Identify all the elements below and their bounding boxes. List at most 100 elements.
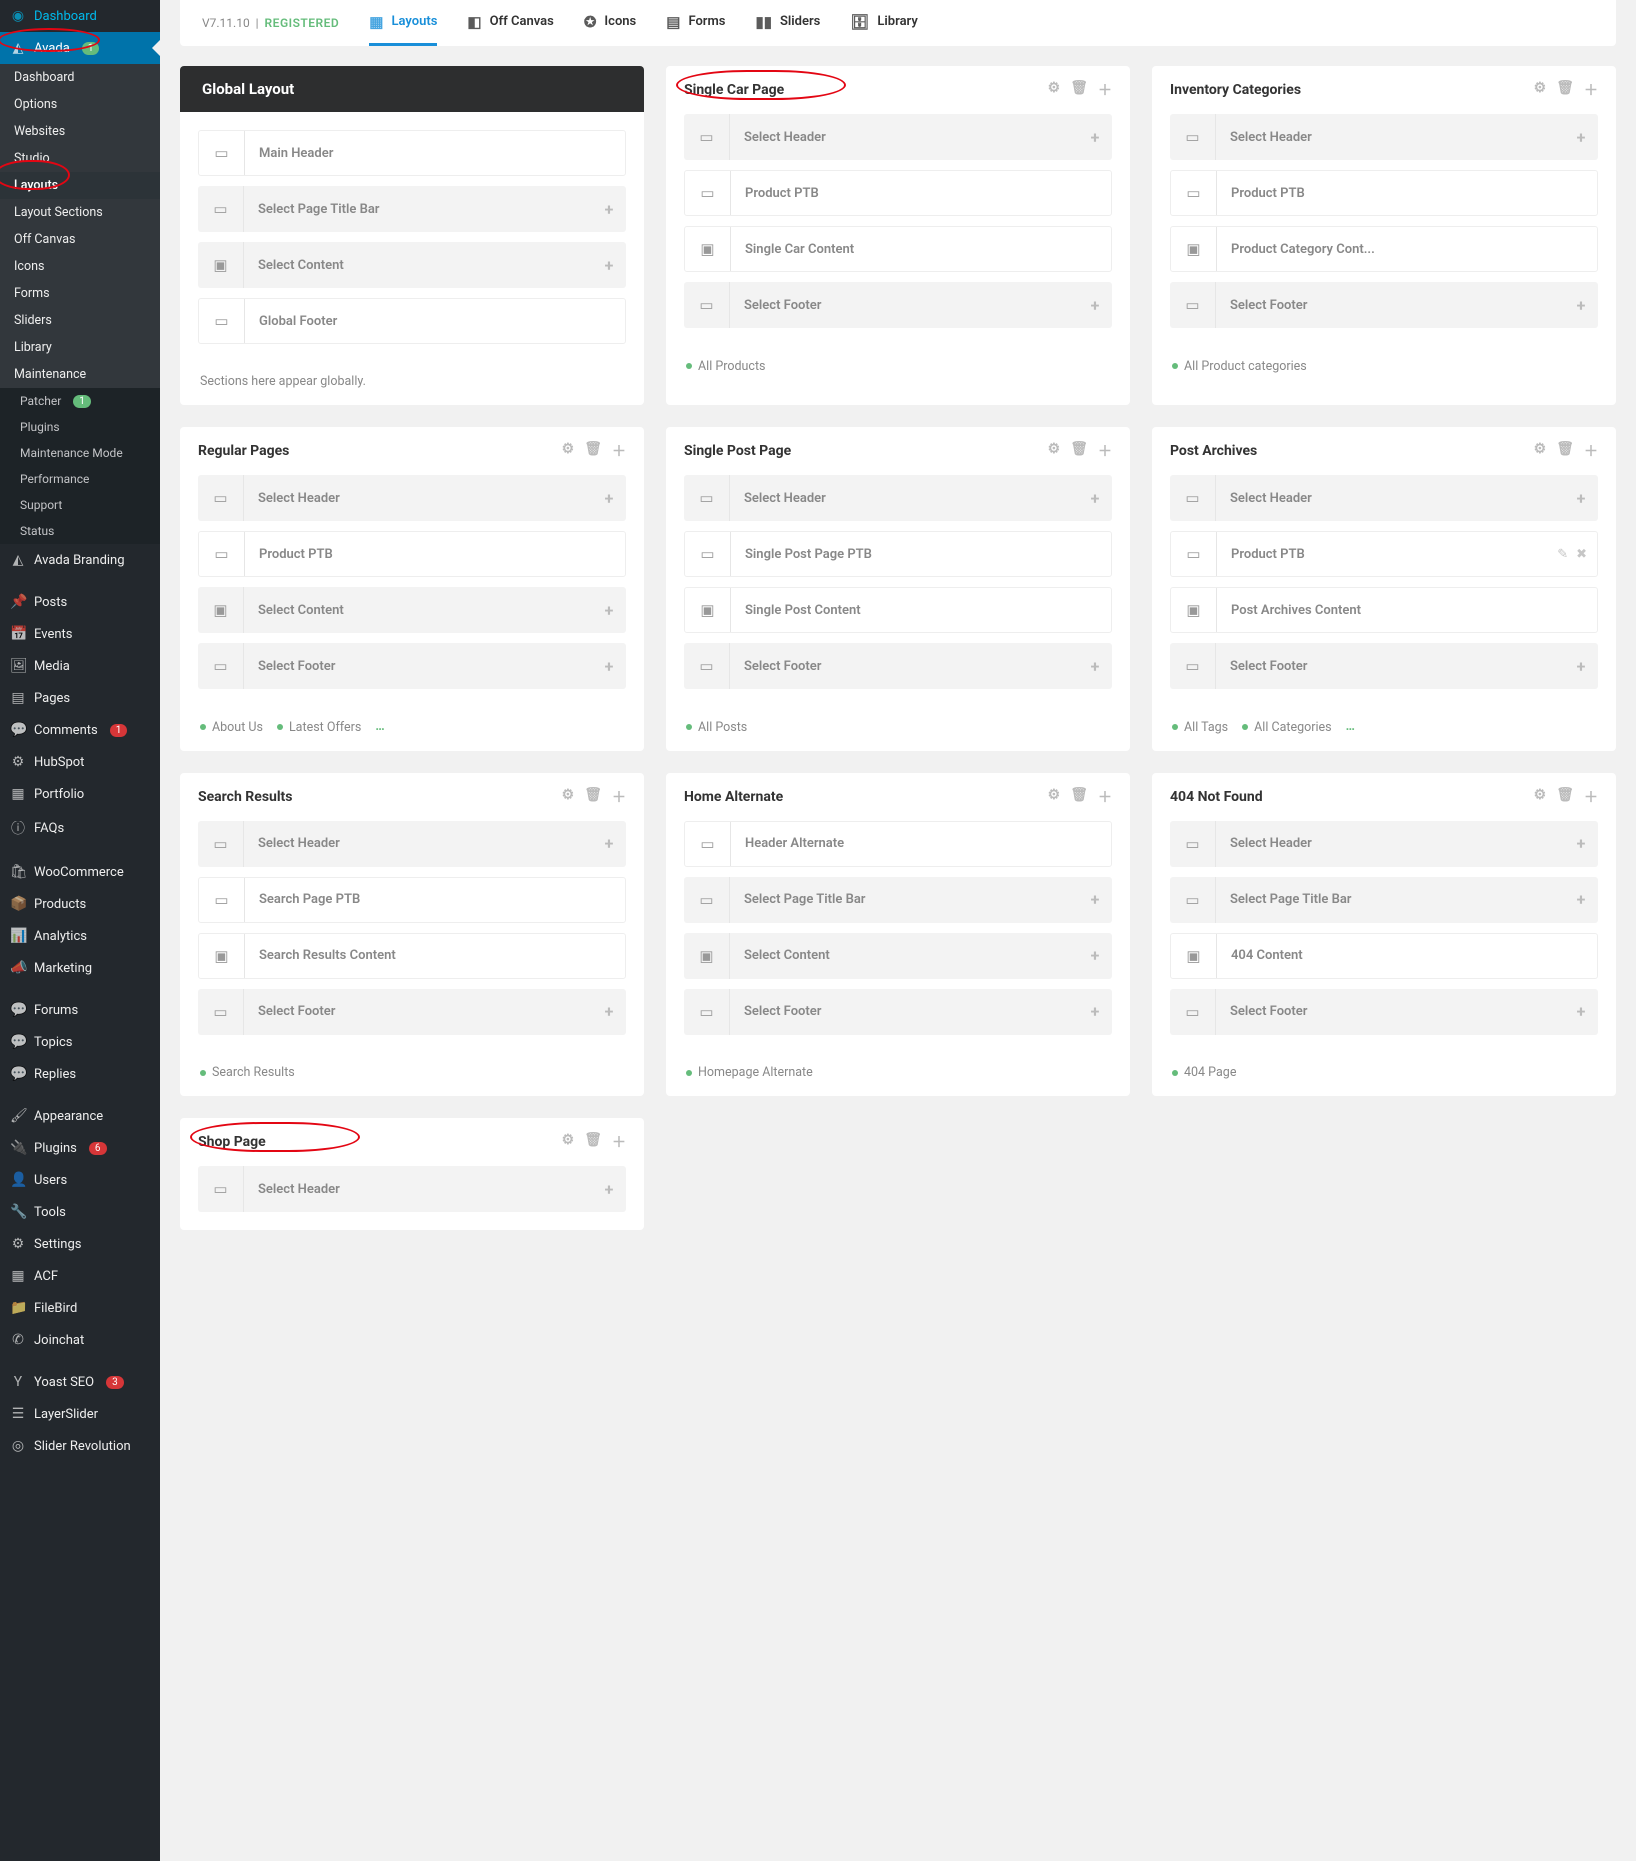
layout-slot[interactable]: ▭ Select Footer + (1170, 282, 1598, 328)
add-icon[interactable]: + (1564, 296, 1598, 315)
submenu-studio[interactable]: Studio (0, 145, 160, 172)
layout-slot[interactable]: ▭ Header Alternate + (684, 821, 1112, 867)
add-icon[interactable]: + (1564, 890, 1598, 909)
sidebar-marketing[interactable]: 📣Marketing (0, 952, 160, 984)
sidebar-forums[interactable]: 💬Forums (0, 994, 160, 1026)
layout-slot[interactable]: ▭ Select Footer + (684, 643, 1112, 689)
gear-icon[interactable]: ⚙ (562, 787, 575, 807)
add-icon[interactable]: + (1564, 657, 1598, 676)
add-icon[interactable]: + (1564, 128, 1598, 147)
clone-icon[interactable]: ＋ (1584, 787, 1598, 807)
trash-icon[interactable]: 🗑 (1556, 441, 1574, 461)
trash-icon[interactable]: 🗑 (584, 787, 602, 807)
sidebar-hubspot[interactable]: ⚙HubSpot (0, 746, 160, 778)
clone-icon[interactable]: ＋ (612, 1132, 626, 1152)
sidebar-layerslider[interactable]: ☰LayerSlider (0, 1398, 160, 1430)
sidebar-filebird[interactable]: 📁FileBird (0, 1292, 160, 1324)
sidebar-comments[interactable]: 💬Comments1 (0, 714, 160, 746)
sidebar-topics[interactable]: 💬Topics (0, 1026, 160, 1058)
add-icon[interactable]: + (1078, 296, 1112, 315)
sidebar-joinchat[interactable]: ✆Joinchat (0, 1324, 160, 1356)
submenu-maintenance-mode[interactable]: Maintenance Mode (0, 440, 160, 466)
layout-slot[interactable]: ▭ Select Footer + (1170, 989, 1598, 1035)
add-icon[interactable]: + (1564, 834, 1598, 853)
sidebar-users[interactable]: 👤Users (0, 1164, 160, 1196)
sidebar-pages[interactable]: ▤Pages (0, 682, 160, 714)
sidebar-posts[interactable]: 📌Posts (0, 586, 160, 618)
add-icon[interactable]: + (1078, 1002, 1112, 1021)
submenu-layouts[interactable]: Layouts (0, 172, 160, 199)
trash-icon[interactable]: 🗑 (1070, 80, 1088, 100)
tab-layouts[interactable]: ▦Layouts (369, 0, 437, 46)
layout-slot[interactable]: ▭ Product PTB + (198, 531, 626, 577)
global-header-slot[interactable]: ▭Main Header (198, 130, 626, 176)
sidebar-plugins[interactable]: 🔌Plugins6 (0, 1132, 160, 1164)
add-icon[interactable]: + (1564, 1002, 1598, 1021)
trash-icon[interactable]: 🗑 (584, 441, 602, 461)
layout-slot[interactable]: ▭ Select Header + (684, 114, 1112, 160)
clone-icon[interactable]: ＋ (612, 441, 626, 461)
sidebar-yoast[interactable]: YYoast SEO3 (0, 1366, 160, 1398)
submenu-icons[interactable]: Icons (0, 253, 160, 280)
tab-sliders[interactable]: ▮▮Sliders (755, 0, 820, 46)
sidebar-acf[interactable]: ▦ACF (0, 1260, 160, 1292)
add-icon[interactable]: + (1078, 128, 1112, 147)
tab-forms[interactable]: ▤Forms (666, 0, 725, 46)
sidebar-woocommerce[interactable]: 🛍WooCommerce (0, 856, 160, 888)
sidebar-avada-branding[interactable]: ◭Avada Branding (0, 544, 160, 576)
gear-icon[interactable]: ⚙ (562, 441, 575, 461)
global-ptb-slot[interactable]: ▭Select Page Title Bar+ (198, 186, 626, 232)
submenu-performance[interactable]: Performance (0, 466, 160, 492)
clone-icon[interactable]: ＋ (1098, 441, 1112, 461)
sidebar-settings[interactable]: ⚙Settings (0, 1228, 160, 1260)
submenu-status[interactable]: Status (0, 518, 160, 544)
sidebar-avada[interactable]: ◭ Avada 1 (0, 32, 160, 64)
trash-icon[interactable]: 🗑 (1070, 787, 1088, 807)
edit-icon[interactable]: ✎ (1557, 547, 1568, 562)
global-content-slot[interactable]: ▣Select Content+ (198, 242, 626, 288)
layout-slot[interactable]: ▭ Select Footer + (1170, 643, 1598, 689)
sidebar-appearance[interactable]: 🖌Appearance (0, 1100, 160, 1132)
trash-icon[interactable]: 🗑 (1070, 441, 1088, 461)
add-icon[interactable]: + (1078, 946, 1112, 965)
layout-slot[interactable]: ▭ Select Footer + (198, 989, 626, 1035)
add-icon[interactable]: + (592, 489, 626, 508)
submenu-sliders[interactable]: Sliders (0, 307, 160, 334)
add-icon[interactable]: + (592, 1002, 626, 1021)
layout-slot[interactable]: ▭ Select Footer + (198, 643, 626, 689)
layout-slot[interactable]: ▣ Product Category Cont... + (1170, 226, 1598, 272)
layout-slot[interactable]: ▭ Select Header + (1170, 114, 1598, 160)
layout-slot[interactable]: ▭ Select Header + (198, 475, 626, 521)
submenu-support[interactable]: Support (0, 492, 160, 518)
clone-icon[interactable]: ＋ (1098, 787, 1112, 807)
layout-slot[interactable]: ▭ Product PTB ✎✖ (1170, 531, 1598, 577)
submenu-options[interactable]: Options (0, 91, 160, 118)
layout-slot[interactable]: ▣ Single Post Content + (684, 587, 1112, 633)
more-conditions[interactable]: … (1346, 719, 1356, 734)
more-conditions[interactable]: … (375, 719, 385, 734)
clone-icon[interactable]: ＋ (1098, 80, 1112, 100)
sidebar-tools[interactable]: 🔧Tools (0, 1196, 160, 1228)
layout-slot[interactable]: ▭ Select Header + (198, 1166, 626, 1212)
gear-icon[interactable]: ⚙ (1048, 80, 1061, 100)
sidebar-portfolio[interactable]: ▦Portfolio (0, 778, 160, 810)
gear-icon[interactable]: ⚙ (562, 1132, 575, 1152)
gear-icon[interactable]: ⚙ (1534, 787, 1547, 807)
submenu-maintenance[interactable]: Maintenance (0, 361, 160, 388)
add-icon[interactable]: + (1078, 890, 1112, 909)
layout-slot[interactable]: ▭ Select Footer + (684, 989, 1112, 1035)
sidebar-products[interactable]: 📦Products (0, 888, 160, 920)
add-icon[interactable]: + (592, 256, 626, 275)
submenu-plugins[interactable]: Plugins (0, 414, 160, 440)
submenu-library[interactable]: Library (0, 334, 160, 361)
submenu-off-canvas[interactable]: Off Canvas (0, 226, 160, 253)
layout-slot[interactable]: ▭ Single Post Page PTB + (684, 531, 1112, 577)
layout-slot[interactable]: ▭ Select Page Title Bar + (684, 877, 1112, 923)
sidebar-faqs[interactable]: ⓘFAQs (0, 810, 160, 846)
layout-slot[interactable]: ▭ Select Header + (1170, 475, 1598, 521)
gear-icon[interactable]: ⚙ (1048, 441, 1061, 461)
remove-icon[interactable]: ✖ (1576, 547, 1587, 562)
submenu-patcher[interactable]: Patcher1 (0, 388, 160, 414)
add-icon[interactable]: + (1078, 489, 1112, 508)
add-icon[interactable]: + (592, 200, 626, 219)
